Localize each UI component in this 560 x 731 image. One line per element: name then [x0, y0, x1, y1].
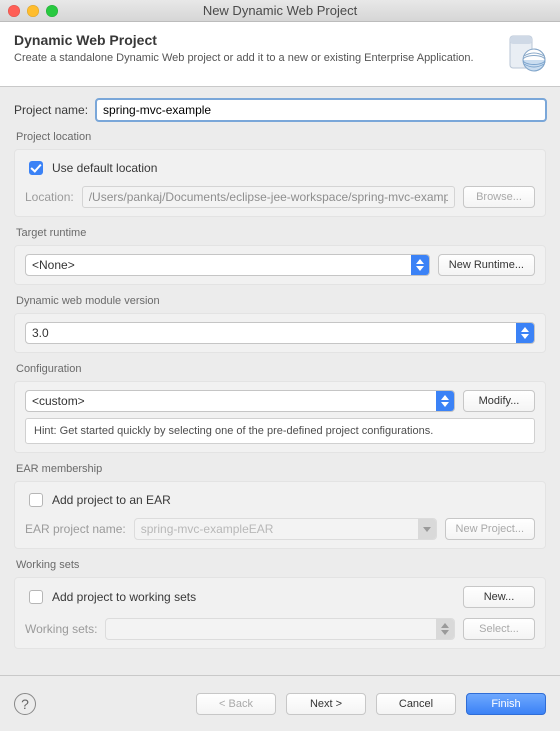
add-to-working-sets-checkbox[interactable]: Add project to working sets: [25, 587, 455, 607]
configuration-heading: Configuration: [16, 363, 544, 375]
add-to-working-sets-label: Add project to working sets: [52, 590, 196, 604]
use-default-location-label: Use default location: [52, 161, 157, 175]
working-sets-label: Working sets:: [25, 622, 97, 636]
project-name-input[interactable]: [96, 99, 546, 121]
target-runtime-value: <None>: [26, 255, 411, 275]
configuration-select[interactable]: <custom>: [25, 390, 455, 412]
cancel-button[interactable]: Cancel: [376, 693, 456, 715]
browse-button: Browse...: [463, 186, 535, 208]
chevron-updown-icon: [436, 391, 454, 411]
project-name-label: Project name:: [14, 103, 88, 117]
back-button: < Back: [196, 693, 276, 715]
wizard-icon: [504, 32, 546, 74]
new-working-set-button[interactable]: New...: [463, 586, 535, 608]
modify-button[interactable]: Modify...: [463, 390, 535, 412]
zoom-icon[interactable]: [46, 5, 58, 17]
ear-membership-heading: EAR membership: [16, 463, 544, 475]
location-label: Location:: [25, 190, 74, 204]
project-location-heading: Project location: [16, 131, 544, 143]
configuration-hint: Hint: Get started quickly by selecting o…: [25, 418, 535, 444]
finish-button[interactable]: Finish: [466, 693, 546, 715]
working-sets-value: [106, 619, 436, 639]
next-button[interactable]: Next >: [286, 693, 366, 715]
working-sets-heading: Working sets: [16, 559, 544, 571]
ear-project-name-select: spring-mvc-exampleEAR: [134, 518, 437, 540]
minimize-icon[interactable]: [27, 5, 39, 17]
use-default-location-input[interactable]: [29, 161, 43, 175]
add-to-ear-input[interactable]: [29, 493, 43, 507]
chevron-down-icon: [418, 519, 436, 539]
target-runtime-select[interactable]: <None>: [25, 254, 430, 276]
add-to-ear-label: Add project to an EAR: [52, 493, 171, 507]
chevron-updown-icon: [516, 323, 534, 343]
module-version-value: 3.0: [26, 323, 516, 343]
ear-project-name-value: spring-mvc-exampleEAR: [135, 519, 418, 539]
location-input: [82, 186, 455, 208]
target-runtime-heading: Target runtime: [16, 227, 544, 239]
help-icon[interactable]: ?: [14, 693, 36, 715]
wizard-footer: ? < Back Next > Cancel Finish: [0, 675, 560, 731]
banner-title: Dynamic Web Project: [14, 32, 494, 48]
close-icon[interactable]: [8, 5, 20, 17]
new-ear-project-button: New Project...: [445, 518, 535, 540]
use-default-location-checkbox[interactable]: Use default location: [25, 158, 535, 178]
working-sets-select: [105, 618, 455, 640]
select-working-sets-button: Select...: [463, 618, 535, 640]
ear-project-name-label: EAR project name:: [25, 522, 126, 536]
banner: Dynamic Web Project Create a standalone …: [0, 22, 560, 87]
add-to-working-sets-input[interactable]: [29, 590, 43, 604]
window-title: New Dynamic Web Project: [0, 3, 560, 18]
module-version-heading: Dynamic web module version: [16, 295, 544, 307]
titlebar: New Dynamic Web Project: [0, 0, 560, 22]
chevron-updown-icon: [411, 255, 429, 275]
window-controls: [8, 5, 58, 17]
banner-subtitle: Create a standalone Dynamic Web project …: [14, 52, 494, 64]
module-version-select[interactable]: 3.0: [25, 322, 535, 344]
new-runtime-button[interactable]: New Runtime...: [438, 254, 535, 276]
add-to-ear-checkbox[interactable]: Add project to an EAR: [25, 490, 535, 510]
configuration-value: <custom>: [26, 391, 436, 411]
chevron-updown-icon: [436, 619, 454, 639]
